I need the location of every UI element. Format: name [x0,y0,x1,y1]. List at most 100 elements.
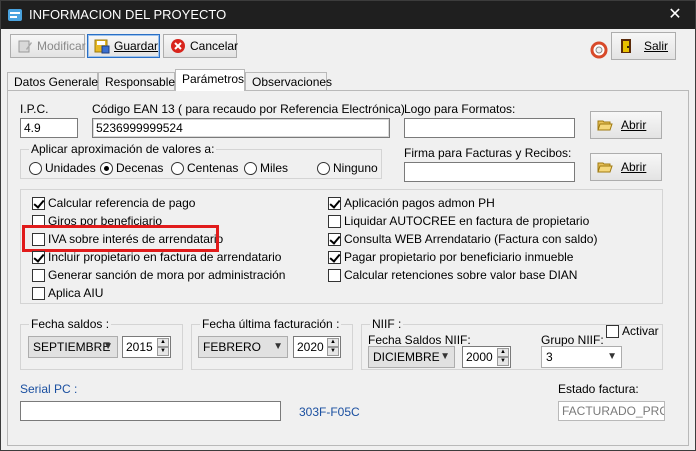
niif-title: NIIF : [370,317,404,331]
select-value: DICIEMBRE [373,350,440,364]
checkbox-checked [32,196,45,210]
radio-centenas[interactable]: Centenas [171,161,238,175]
radio-unidades[interactable]: Unidades [29,161,96,175]
cancelar-button[interactable]: Cancelar [163,34,239,58]
abrir-logo-label: Abrir [621,118,647,132]
checkbox-label: Consulta WEB Arrendatario (Factura con s… [344,232,598,246]
open-folder-icon [597,120,613,131]
select-value: 3 [546,350,553,364]
logo-field[interactable] [404,118,575,138]
estado-field: FACTURADO_PROP [558,401,665,421]
radio-dot [317,161,330,175]
modificar-button[interactable]: Modificar [10,34,86,58]
tab-datos-generales[interactable]: Datos Generales [7,72,104,91]
tab-observaciones[interactable]: Observaciones [245,72,332,91]
salir-label: Salir [644,39,669,53]
fecha-ultima-year-spinner[interactable]: 2020 ▲ ▼ [293,336,341,358]
radio-miles[interactable]: Miles [244,161,288,175]
guardar-button[interactable]: Guardar [87,34,160,58]
chevron-down-icon: ▼ [607,351,617,362]
niif-year-spinner[interactable]: 2000 ▲ ▼ [462,346,511,368]
checkbox [328,214,341,228]
radio-dot [244,161,257,175]
salir-button[interactable]: Salir [611,32,676,60]
checkbox-label: Pagar propietario por beneficiario inmue… [344,250,574,264]
checkbox-label: Calcular referencia de pago [48,196,196,210]
serial-field[interactable] [20,401,281,421]
tab-responsables[interactable]: Responsables [98,72,181,91]
fecha-saldos-month-select[interactable]: SEPTIEMBRE ▼ [28,336,118,358]
spinner-value: 2015 [126,340,153,354]
abrir-logo-button[interactable]: Abrir [590,111,662,139]
checkbox-label: Generar sanción de mora por administraci… [48,268,286,282]
close-icon[interactable]: ✕ [663,4,687,26]
checkbox-label: Liquidar AUTOCREE en factura de propieta… [344,214,590,228]
spinner-value: 2020 [297,340,324,354]
spin-down-icon[interactable]: ▼ [327,347,339,356]
fecha-saldos-title: Fecha saldos : [29,317,112,331]
serial-label: Serial PC : [20,382,78,396]
tab-parametros[interactable]: Parámetros [175,69,245,91]
ipc-field[interactable]: 4.9 [20,118,78,138]
checkbox-label: Activar [622,324,659,338]
spinner-buttons[interactable]: ▲ ▼ [497,348,509,366]
firma-field[interactable] [404,162,575,182]
ean-field[interactable]: 5236999999524 [92,118,390,138]
radio-decenas[interactable]: Decenas [100,161,163,175]
grupo-niif-select[interactable]: 3 ▼ [541,346,622,368]
checkbox-label: Aplicación pagos admon PH [344,196,495,210]
check-retenciones-dian[interactable]: Calcular retenciones sobre valor base DI… [328,268,577,282]
checkbox [32,268,45,282]
checkbox-label: Calcular retenciones sobre valor base DI… [344,268,578,282]
check-pagar-propietario[interactable]: Pagar propietario por beneficiario inmue… [328,250,573,264]
app-icon [8,9,22,21]
checkbox-checked [32,250,45,264]
checkbox-checked [328,250,341,264]
abrir-firma-button[interactable]: Abrir [590,153,662,181]
chevron-down-icon: ▼ [103,341,113,352]
check-activar-niif[interactable]: Activar [606,324,659,338]
abrir-firma-label: Abrir [621,160,647,174]
fecha-ultima-title: Fecha última facturación : [200,317,342,331]
chevron-down-icon: ▼ [273,341,283,352]
check-incluir-propietario[interactable]: Incluir propietario en factura de arrend… [32,250,281,264]
spin-up-icon[interactable]: ▲ [327,338,339,347]
check-aplica-aiu[interactable]: Aplica AIU [32,286,103,300]
radio-dot [29,161,42,175]
niif-month-select[interactable]: DICIEMBRE ▼ [368,346,455,368]
fecha-ultima-month-select[interactable]: FEBRERO ▼ [198,336,288,358]
project-info-window: INFORMACION DEL PROYECTO ✕ Modificar Gua… [0,0,696,451]
checkbox-checked [328,196,341,210]
help-lifebuoy-icon[interactable] [590,41,608,59]
checkbox [606,324,619,338]
check-pagos-admon[interactable]: Aplicación pagos admon PH [328,196,495,210]
cancelar-label: Cancelar [190,39,239,53]
checkbox-label: Incluir propietario en factura de arrend… [48,250,282,264]
logo-label: Logo para Formatos: [404,102,516,116]
radio-label: Unidades [45,161,96,175]
edit-icon [18,40,32,53]
spinner-buttons[interactable]: ▲ ▼ [157,338,169,356]
fecha-saldos-year-spinner[interactable]: 2015 ▲ ▼ [122,336,171,358]
spin-up-icon[interactable]: ▲ [497,348,509,357]
radio-dot [171,161,184,175]
cancel-icon [171,39,185,53]
window-title: INFORMACION DEL PROYECTO [29,7,227,22]
radio-ninguno[interactable]: Ninguno [317,161,378,175]
spinner-value: 2000 [466,350,493,364]
check-sancion-mora[interactable]: Generar sanción de mora por administraci… [32,268,285,282]
spin-up-icon[interactable]: ▲ [157,338,169,347]
checkbox [328,268,341,282]
check-autocree[interactable]: Liquidar AUTOCREE en factura de propieta… [328,214,589,228]
ean-label: Código EAN 13 ( para recaudo por Referen… [92,102,405,116]
ipc-label: I.P.C. [20,102,49,116]
select-value: FEBRERO [203,340,262,354]
radio-label: Miles [260,161,289,175]
spinner-buttons[interactable]: ▲ ▼ [327,338,339,356]
checkbox-checked [328,232,341,246]
check-consulta-web[interactable]: Consulta WEB Arrendatario (Factura con s… [328,232,597,246]
grupo-niif-label: Grupo NIIF: [541,333,604,347]
spin-down-icon[interactable]: ▼ [157,347,169,356]
check-calcular-referencia[interactable]: Calcular referencia de pago [32,196,195,210]
spin-down-icon[interactable]: ▼ [497,357,509,366]
